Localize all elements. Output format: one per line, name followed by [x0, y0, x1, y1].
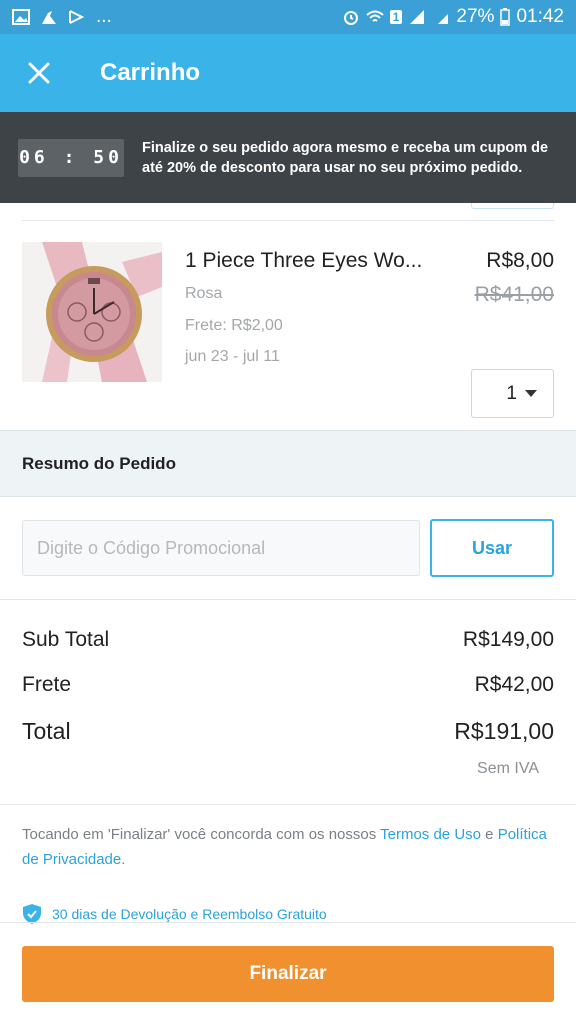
alarm-icon [343, 11, 358, 25]
product-variant: Rosa [185, 285, 223, 302]
product-image[interactable] [22, 242, 162, 382]
chevron-down-icon [525, 389, 537, 397]
previous-quantity-edge [471, 203, 554, 209]
checkout-button[interactable]: Finalizar [22, 946, 554, 1002]
guarantee-text: 30 dias de Devolução e Reembolso Gratuit… [52, 906, 327, 922]
status-bar-right: 1 27% 01:42 [342, 6, 564, 28]
delivery-estimate: jun 23 - jul 11 [185, 348, 280, 365]
order-summary-heading: Resumo do Pedido [0, 430, 576, 497]
watch-icon [22, 242, 162, 382]
terms-of-use-link[interactable]: Termos de Uso [380, 826, 481, 843]
signal-icon-2 [438, 14, 449, 24]
wifi-icon [366, 10, 384, 22]
subtotal-label: Sub Total [22, 628, 110, 651]
status-bar: ... 1 27% 01:42 [0, 0, 576, 34]
close-button[interactable] [0, 34, 78, 112]
terms-prefix: Tocando em 'Finalizar' você concorda com… [22, 826, 381, 843]
promo-text: Finalize o seu pedido agora mesmo e rece… [142, 139, 549, 176]
cleaner-icon [42, 11, 56, 24]
divider [0, 804, 576, 805]
divider [0, 922, 576, 923]
battery-icon [500, 8, 511, 26]
status-bar-left: ... [12, 6, 112, 28]
promo-banner: 06 : 50 Finalize o seu pedido agora mesm… [0, 112, 576, 203]
product-price: R$8,00 [486, 249, 554, 272]
quantity-select[interactable]: 1 [471, 369, 554, 418]
shipping-value: R$42,00 [474, 673, 554, 696]
gallery-icon [12, 9, 30, 25]
total-label: Total [22, 718, 71, 744]
terms-notice: Tocando em 'Finalizar' você concorda com… [22, 822, 554, 872]
vat-note: Sem IVA [477, 760, 539, 777]
product-old-price: R$41,00 [474, 283, 554, 306]
clock: 01:42 [516, 6, 564, 27]
download-icon [69, 10, 85, 24]
terms-middle: e [481, 826, 498, 843]
apply-promo-button[interactable]: Usar [430, 519, 554, 577]
product-shipping: Frete: R$2,00 [185, 317, 283, 334]
page-title: Carrinho [100, 59, 201, 86]
cart-item[interactable]: 1 Piece Three Eyes Wo... Rosa Frete: R$2… [0, 222, 576, 430]
sim-badge: 1 [389, 10, 403, 24]
close-icon [28, 62, 50, 84]
subtotal-value: R$149,00 [462, 628, 554, 651]
status-more-text: ... [96, 6, 112, 27]
promo-code-input[interactable] [22, 520, 420, 576]
total-value: R$191,00 [454, 718, 554, 744]
shipping-label: Frete [22, 673, 72, 696]
countdown-timer: 06 : 50 [18, 138, 124, 177]
app-bar: Carrinho [0, 34, 576, 112]
battery-percent: 27% [456, 6, 495, 27]
terms-suffix: . [121, 851, 126, 868]
divider [0, 599, 576, 600]
product-title[interactable]: 1 Piece Three Eyes Wo... [185, 249, 435, 273]
signal-icon [410, 10, 425, 24]
quantity-value: 1 [506, 382, 517, 404]
